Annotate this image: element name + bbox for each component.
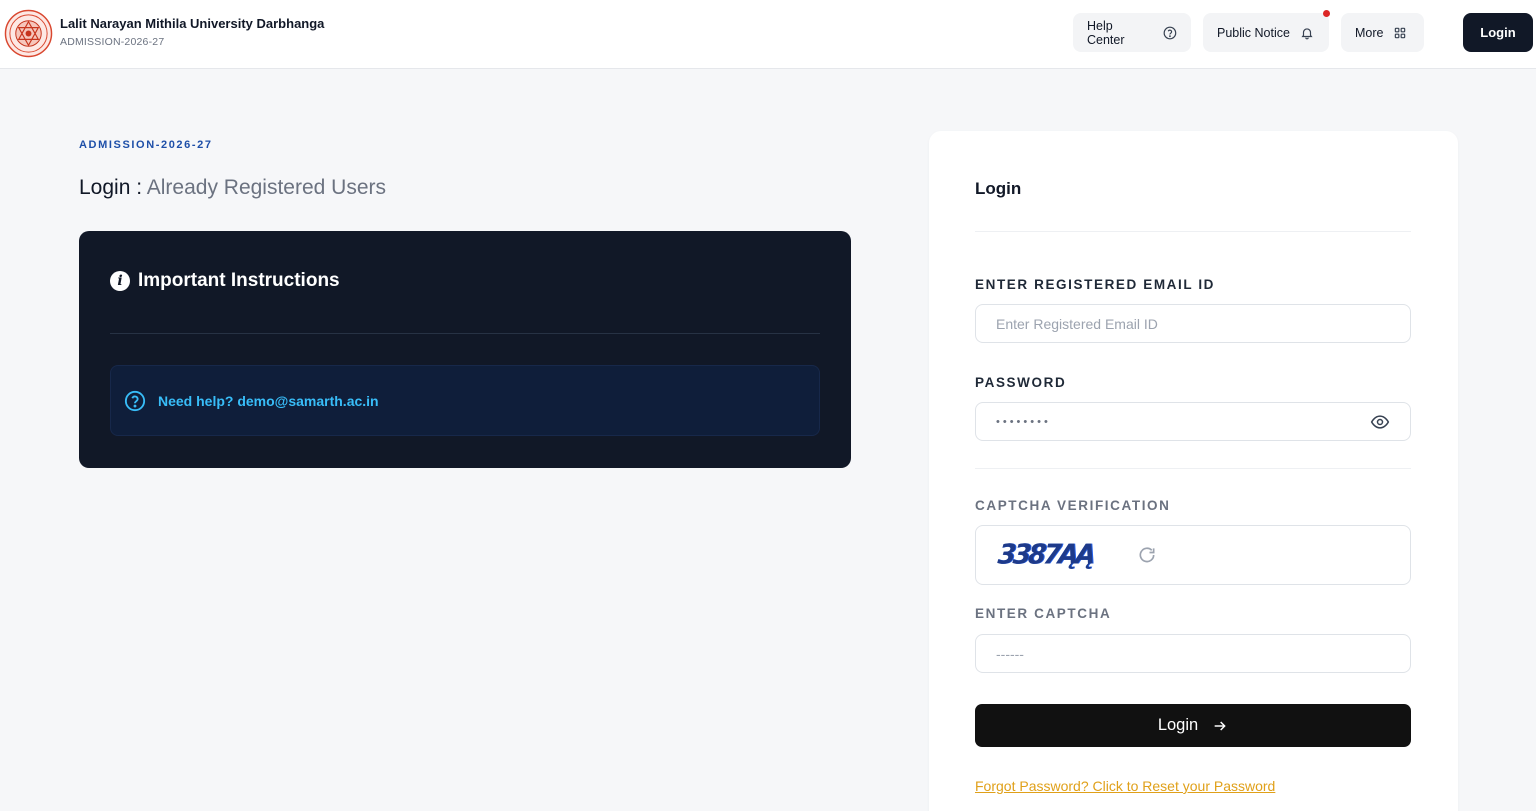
admission-eyebrow: ADMISSION-2026-27 xyxy=(79,139,213,151)
university-name: Lalit Narayan Mithila University Darbhan… xyxy=(60,16,325,31)
panel-divider xyxy=(975,468,1411,469)
email-field-wrapper xyxy=(975,304,1411,343)
help-question-icon xyxy=(124,390,146,411)
university-logo[interactable] xyxy=(4,9,53,58)
admission-session: ADMISSION-2026-27 xyxy=(60,36,165,48)
captcha-image: 3387ĄĄ xyxy=(996,539,1095,571)
help-contact-text[interactable]: Need help? demo@samarth.ac.in xyxy=(158,393,379,409)
captcha-field-wrapper xyxy=(975,634,1411,673)
arrow-right-icon xyxy=(1214,720,1226,731)
captcha-input[interactable] xyxy=(996,645,1390,662)
header-login-button[interactable]: Login xyxy=(1463,13,1533,52)
more-menu-button[interactable]: More xyxy=(1341,13,1424,52)
more-label: More xyxy=(1355,25,1384,40)
login-panel: Login ENTER REGISTERED EMAIL ID PASSWORD… xyxy=(929,131,1458,811)
page-title-main: Login : xyxy=(79,176,143,199)
page-title-sub: Already Registered Users xyxy=(146,176,387,199)
eye-icon[interactable] xyxy=(1370,412,1390,432)
forgot-password-link[interactable]: Forgot Password? Click to Reset your Pas… xyxy=(975,778,1275,794)
instructions-card: i Important Instructions Need help? demo… xyxy=(79,231,851,468)
help-contact-box: Need help? demo@samarth.ac.in xyxy=(110,365,820,436)
grid-icon xyxy=(1395,27,1406,38)
password-label: PASSWORD xyxy=(975,375,1067,390)
refresh-icon[interactable] xyxy=(1137,545,1157,565)
public-notice-button[interactable]: Public Notice xyxy=(1203,13,1329,52)
captcha-verification-label: CAPTCHA VERIFICATION xyxy=(975,498,1171,513)
password-field[interactable]: •••••••• xyxy=(975,402,1411,441)
question-circle-icon xyxy=(1163,26,1177,39)
help-center-button[interactable]: Help Center xyxy=(1073,13,1191,52)
help-center-label: Help Center xyxy=(1087,18,1125,47)
bell-icon xyxy=(1301,27,1313,39)
captcha-box: 3387ĄĄ xyxy=(975,525,1411,585)
enter-captcha-label: ENTER CAPTCHA xyxy=(975,606,1112,621)
panel-divider xyxy=(975,231,1411,232)
instructions-divider xyxy=(110,333,820,334)
instructions-heading: i Important Instructions xyxy=(110,270,340,292)
password-masked-value: •••••••• xyxy=(996,415,1051,428)
public-notice-label: Public Notice xyxy=(1217,25,1290,40)
info-icon: i xyxy=(110,271,130,291)
login-submit-button[interactable]: Login xyxy=(975,704,1411,747)
email-label: ENTER REGISTERED EMAIL ID xyxy=(975,277,1216,292)
top-header: Lalit Narayan Mithila University Darbhan… xyxy=(0,0,1536,69)
instructions-heading-text: Important Instructions xyxy=(138,270,340,291)
email-input[interactable] xyxy=(996,315,1390,332)
login-submit-label: Login xyxy=(1157,716,1199,734)
page-title: Login : Already Registered Users xyxy=(79,176,386,200)
login-panel-title: Login xyxy=(975,179,1022,198)
notification-dot xyxy=(1323,10,1330,17)
